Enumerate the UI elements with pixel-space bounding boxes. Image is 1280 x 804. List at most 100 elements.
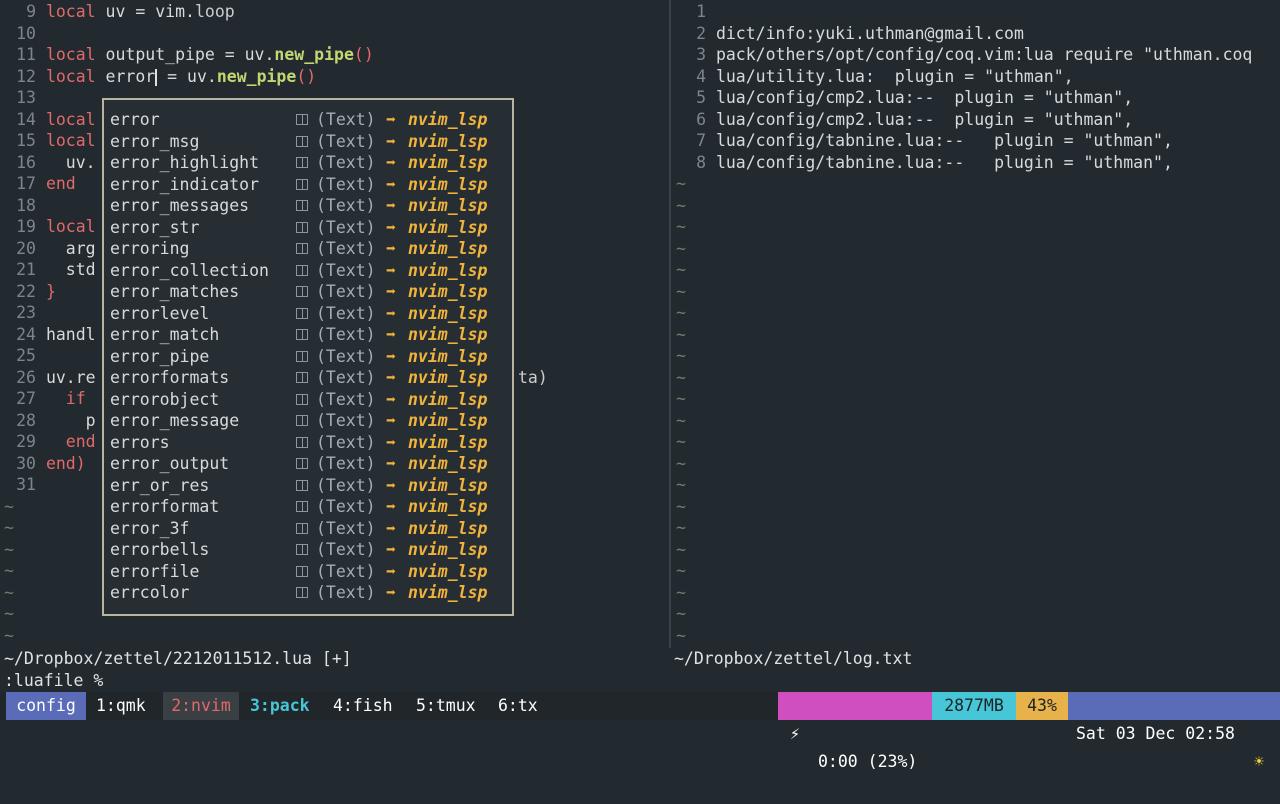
text-kind-icon bbox=[296, 393, 308, 405]
completion-item[interactable]: error_msg (Text) ➡ nvim_lsp bbox=[108, 131, 508, 153]
completion-item[interactable]: error (Text) ➡ nvim_lsp bbox=[108, 109, 508, 131]
tmux-window-4[interactable]: 4:fish bbox=[333, 692, 393, 720]
tmux-window-6[interactable]: 6:tx bbox=[498, 692, 538, 720]
completion-item[interactable]: error_pipe (Text) ➡ nvim_lsp bbox=[108, 346, 508, 368]
code-line: 25 bbox=[0, 345, 46, 367]
line-number: 18 bbox=[16, 195, 36, 215]
completion-item[interactable]: erroring (Text) ➡ nvim_lsp bbox=[108, 238, 508, 260]
empty-line-tilde: ~ bbox=[4, 539, 14, 559]
empty-line-tilde: ~ bbox=[676, 303, 686, 322]
text-kind-icon bbox=[296, 221, 308, 233]
line-number: 26 bbox=[16, 367, 36, 387]
text-cursor bbox=[155, 68, 158, 86]
completion-item[interactable]: error_collection (Text) ➡ nvim_lsp bbox=[108, 260, 508, 282]
tmux-window-2-active[interactable]: 2:nvim bbox=[163, 692, 239, 720]
completion-item[interactable]: errorlevel (Text) ➡ nvim_lsp bbox=[108, 303, 508, 325]
completion-word: error_pipe bbox=[110, 346, 210, 366]
line-number: 6 bbox=[696, 109, 706, 129]
completion-item[interactable]: error_indicator (Text) ➡ nvim_lsp bbox=[108, 174, 508, 196]
completion-item[interactable]: error_match (Text) ➡ nvim_lsp bbox=[108, 324, 508, 346]
battery-value: 0:00 (23%) bbox=[818, 752, 918, 771]
text-kind-icon bbox=[296, 264, 308, 276]
completion-word: error_indicator bbox=[110, 174, 260, 194]
text-line: 5 lua/config/cmp2.lua:-- plugin = "uthma… bbox=[672, 87, 1133, 109]
arrow-icon: ➡ bbox=[386, 389, 396, 409]
empty-line-tilde: ~ bbox=[676, 475, 686, 494]
empty-line-tilde: ~ bbox=[676, 367, 686, 387]
line-number: 24 bbox=[16, 324, 36, 344]
tmux-session[interactable]: config bbox=[6, 692, 86, 720]
arrow-icon: ➡ bbox=[386, 260, 396, 280]
arrow-icon: ➡ bbox=[386, 239, 396, 258]
completion-item[interactable]: error_output (Text) ➡ nvim_lsp bbox=[108, 453, 508, 475]
vertical-split-separator[interactable] bbox=[669, 0, 671, 648]
completion-source: nvim_lsp bbox=[408, 454, 488, 473]
text-line: 7 lua/config/tabnine.lua:-- plugin = "ut… bbox=[672, 130, 1173, 152]
completion-item[interactable]: error_messages (Text) ➡ nvim_lsp bbox=[108, 195, 508, 217]
completion-popup[interactable]: error (Text) ➡ nvim_lsp error_msg (Text) ➡ nvim… bbox=[102, 98, 514, 616]
arrow-icon: ➡ bbox=[386, 583, 396, 602]
tmux-window-3[interactable]: 3:pack bbox=[250, 692, 310, 720]
completion-item[interactable]: errors (Text) ➡ nvim_lsp bbox=[108, 432, 508, 454]
completion-item[interactable]: error_str (Text) ➡ nvim_lsp bbox=[108, 217, 508, 239]
empty-line-tilde: ~ bbox=[676, 496, 686, 516]
line-text: end bbox=[45, 174, 76, 193]
empty-line-tilde: ~ bbox=[4, 582, 14, 602]
empty-line-tilde: ~ bbox=[676, 539, 686, 559]
completion-kind: (Text) bbox=[316, 239, 376, 258]
completion-source: nvim_lsp bbox=[408, 110, 488, 129]
completion-word: errors bbox=[110, 432, 170, 452]
completion-item[interactable]: errorformats (Text) ➡ nvim_lsp bbox=[108, 367, 508, 389]
empty-line-tilde: ~ bbox=[676, 625, 686, 645]
completion-kind: (Text) bbox=[316, 217, 376, 237]
completion-item[interactable]: errorfile (Text) ➡ nvim_lsp bbox=[108, 561, 508, 583]
completion-word: error_str bbox=[110, 217, 200, 237]
sun-icon: ☀ bbox=[1254, 752, 1264, 771]
line-number: 30 bbox=[16, 453, 36, 473]
code-line: 10 bbox=[16, 23, 36, 43]
command-line[interactable]: :luafile % bbox=[4, 670, 103, 692]
line-number: 27 bbox=[16, 389, 36, 408]
code-line: 17 end bbox=[0, 173, 76, 195]
completion-word: error_3f bbox=[110, 518, 190, 538]
tmux-window-5[interactable]: 5:tmux bbox=[416, 692, 476, 720]
completion-item[interactable]: error_3f (Text) ➡ nvim_lsp bbox=[108, 518, 508, 540]
completion-kind: (Text) bbox=[316, 454, 376, 473]
code-line: 9 local uv = vim.loop bbox=[26, 2, 235, 21]
tmux-window-1[interactable]: 1:qmk bbox=[96, 692, 146, 720]
completion-item[interactable]: error_matches (Text) ➡ nvim_lsp bbox=[108, 281, 508, 303]
completion-item[interactable]: errorbells (Text) ➡ nvim_lsp bbox=[108, 539, 508, 561]
right-editor-pane[interactable]: 1 2 dict/info:yuki.uthman@gmail.com 3 pac… bbox=[672, 0, 1280, 648]
cpu-segment: 43% bbox=[1016, 692, 1068, 720]
completion-source: nvim_lsp bbox=[408, 153, 488, 172]
empty-line-tilde: ~ bbox=[4, 561, 14, 580]
line-text: pack/others/opt/config/coq.vim:lua requi… bbox=[715, 45, 1253, 64]
line-text: } bbox=[45, 281, 56, 301]
completion-item[interactable]: err_or_res (Text) ➡ nvim_lsp bbox=[108, 475, 508, 497]
tmux-status-bar: config 1:qmk 2:nvim 3:pack 4:fish 5:tmux… bbox=[0, 692, 1280, 771]
line-text: lua/config/tabnine.lua:-- plugin = "uthm… bbox=[715, 152, 1173, 172]
line-number: 16 bbox=[16, 152, 36, 172]
completion-item[interactable]: error_highlight (Text) ➡ nvim_lsp bbox=[108, 152, 508, 174]
line-number: 31 bbox=[16, 475, 36, 494]
completion-word: errorformats bbox=[110, 368, 230, 387]
completion-item[interactable]: error_message (Text) ➡ nvim_lsp bbox=[108, 410, 508, 432]
completion-word: error_msg bbox=[110, 131, 200, 151]
line-text: end) bbox=[45, 453, 86, 473]
text-kind-icon bbox=[296, 565, 308, 577]
text-kind-icon bbox=[296, 587, 308, 598]
completion-source: nvim_lsp bbox=[408, 325, 488, 344]
line-text: lua/config/cmp2.lua:-- plugin = "uthman"… bbox=[715, 88, 1134, 107]
empty-line-tilde: ~ bbox=[4, 625, 14, 645]
text-kind-icon bbox=[296, 307, 308, 319]
completion-kind: (Text) bbox=[316, 131, 376, 151]
text-line: 1 bbox=[672, 1, 716, 23]
completion-word: error_output bbox=[110, 454, 230, 473]
completion-item[interactable]: errcolor (Text) ➡ nvim_lsp bbox=[108, 582, 508, 604]
empty-line-tilde: ~ bbox=[676, 346, 686, 365]
completion-item[interactable]: errorformat (Text) ➡ nvim_lsp bbox=[108, 496, 508, 518]
completion-item[interactable]: errorobject (Text) ➡ nvim_lsp bbox=[108, 389, 508, 411]
line-number: 29 bbox=[16, 432, 36, 451]
arrow-icon: ➡ bbox=[386, 153, 396, 172]
right-statusline: ~/Dropbox/zettel/log.txt bbox=[674, 649, 913, 668]
